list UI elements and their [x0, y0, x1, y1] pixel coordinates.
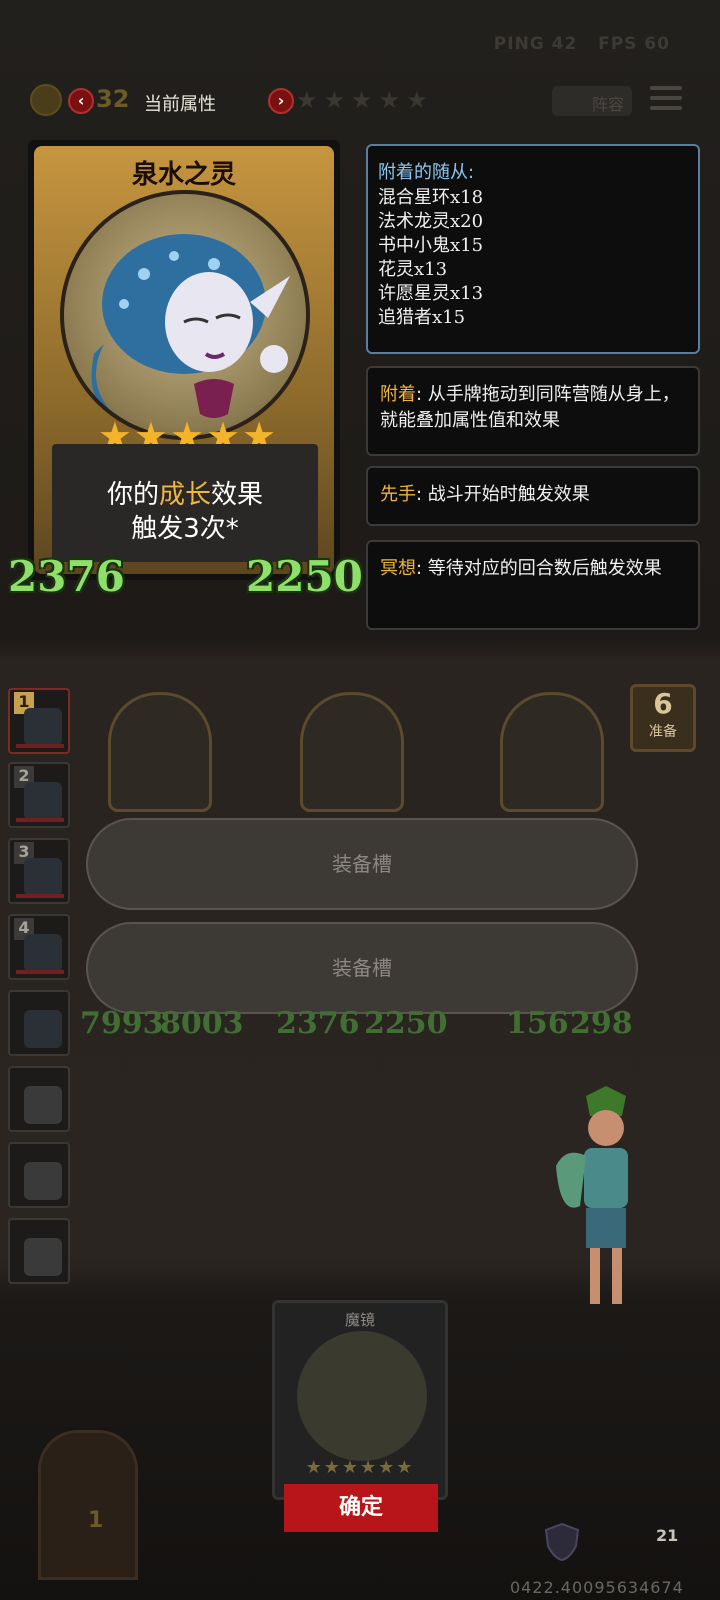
board-stat-attack: 7993	[80, 1006, 164, 1041]
game-screen: PING 42 FPS 60 ‹ 32 当前属性 › ★★★★★ 阵容 泉水之灵	[0, 0, 720, 1600]
board-stat-health: 8003	[160, 1006, 244, 1041]
shield-icon	[544, 1522, 580, 1562]
board-stat-attack: 2376	[276, 1006, 360, 1041]
board-minion[interactable]	[500, 692, 604, 812]
attached-minions-panel: 附着的随从: 混合星环x18 法术龙灵x20 书中小鬼x15 花灵x13 许愿星…	[366, 144, 700, 354]
fountain-spirit-portrait	[60, 190, 310, 440]
ready-badge: 6 准备	[630, 684, 696, 752]
top-bar: ‹ 32 当前属性 › ★★★★★ 阵容	[0, 76, 720, 126]
sidebar-slot-skull-2	[8, 1142, 70, 1208]
sidebar-slot-skull-1	[8, 1066, 70, 1132]
bottom-card-name: 魔镜	[344, 1311, 375, 1329]
sidebar-slot-4[interactable]: 4	[8, 914, 70, 980]
sidebar-slot-skull-3	[8, 1218, 70, 1284]
door-number: 1	[88, 1508, 104, 1533]
skull-icon	[24, 1086, 62, 1124]
tavern-door[interactable]	[38, 1430, 138, 1580]
board-minion[interactable]	[108, 692, 212, 812]
keyword-attach-desc: : 从手牌拖动到同阵营随从身上，就能叠加属性值和效果	[380, 384, 680, 431]
effect-keyword-growth: 成长	[158, 480, 211, 510]
keyword-meditate-panel: 冥想: 等待对应的回合数后触发效果	[366, 540, 700, 630]
keyword-first-strike: 先手	[380, 484, 416, 505]
tavern-stars: ★★★★★	[296, 86, 434, 114]
equipment-slot-label: 装备槽	[332, 956, 392, 980]
ready-label: 准备	[649, 724, 677, 740]
equipment-slot-1[interactable]: 装备槽	[86, 818, 638, 910]
lineup-button[interactable]: 阵容	[552, 86, 632, 116]
equipment-slot-2[interactable]: 装备槽	[86, 922, 638, 1014]
equipment-slot-label: 装备槽	[332, 852, 392, 876]
keyword-first-strike-panel: 先手: 战斗开始时触发效果	[366, 466, 700, 526]
coordinates-readout: 0422.40095634674	[510, 1578, 684, 1597]
magic-mirror-card[interactable]: 魔镜 ★★★★★★	[272, 1300, 448, 1500]
effect-prefix: 你的	[106, 480, 159, 510]
card-health: 2250	[246, 552, 363, 601]
card-name: 泉水之灵	[131, 160, 236, 190]
skull-icon	[24, 1162, 62, 1200]
board-minion[interactable]	[300, 692, 404, 812]
sidebar-portrait	[24, 934, 62, 972]
card-effect-box: 你的成长效果 触发3次*	[52, 444, 318, 562]
keyword-meditate: 冥想	[380, 558, 416, 579]
lineup-label: 阵容	[591, 95, 624, 114]
magic-mirror-portrait	[297, 1331, 427, 1461]
board-stat-health: 298	[570, 1006, 633, 1041]
attached-minion-item: 花灵x13	[378, 259, 448, 280]
effect-line-2: 触发3次*	[131, 514, 239, 544]
hero-health: 21	[656, 1526, 679, 1545]
sidebar-slot-1[interactable]: 1	[8, 688, 70, 754]
board-stat-health: 2250	[364, 1006, 448, 1041]
skull-icon	[24, 1238, 62, 1276]
attached-minion-item: 混合星环x18	[378, 187, 484, 208]
card-frame: 泉水之灵 ★★★★★ 你的成长效果 触发3次*	[34, 146, 334, 574]
attached-minion-item: 追猎者x15	[378, 307, 466, 328]
attached-title: 附着的随从:	[378, 162, 475, 183]
fps-text: FPS 60	[598, 34, 670, 54]
attached-minion-item: 许愿星灵x13	[378, 283, 484, 304]
bottom-card-stars: ★★★★★★	[305, 1457, 415, 1478]
attached-minion-item: 书中小鬼x15	[378, 235, 484, 256]
attached-minion-item: 法术龙灵x20	[378, 211, 484, 232]
attached-minion-list: 混合星环x18 法术龙灵x20 书中小鬼x15 花灵x13 许愿星灵x13 追猎…	[378, 186, 688, 330]
minion-card: 泉水之灵 ★★★★★ 你的成长效果 触发3次*	[28, 140, 340, 580]
sidebar-slot-2[interactable]: 2	[8, 762, 70, 828]
card-attack: 2376	[8, 552, 125, 601]
shark-portrait	[24, 1010, 62, 1048]
menu-icon[interactable]	[650, 86, 682, 116]
coin-count: 32	[96, 85, 130, 113]
hero-character	[556, 1086, 628, 1304]
keyword-attach-panel: 附着: 从手牌拖动到同阵营随从身上，就能叠加属性值和效果	[366, 366, 700, 456]
sidebar-slot-3[interactable]: 3	[8, 838, 70, 904]
next-arrow-button[interactable]: ›	[268, 88, 294, 114]
sidebar-slot-shark[interactable]	[8, 990, 70, 1056]
sidebar-portrait	[24, 708, 62, 746]
coin-icon	[30, 84, 62, 116]
board-stat-attack: 156	[506, 1006, 569, 1041]
effect-suffix: 效果	[211, 480, 264, 510]
keyword-attach: 附着	[380, 384, 416, 405]
keyword-meditate-desc: : 等待对应的回合数后触发效果	[416, 558, 662, 579]
keyword-first-strike-desc: : 战斗开始时触发效果	[416, 484, 590, 505]
spirit-illustration	[91, 234, 290, 418]
effect-line-1: 你的成长效果	[52, 474, 318, 511]
ping-fps-readout: PING 42 FPS 60	[494, 34, 670, 54]
sidebar-portrait	[24, 782, 62, 820]
current-attributes-title: 当前属性	[144, 94, 216, 115]
prev-arrow-button[interactable]: ‹	[68, 88, 94, 114]
ready-count: 6	[653, 687, 673, 720]
confirm-button[interactable]: 确定	[284, 1484, 438, 1532]
sidebar-portrait	[24, 858, 62, 896]
ping-text: PING 42	[493, 34, 578, 54]
